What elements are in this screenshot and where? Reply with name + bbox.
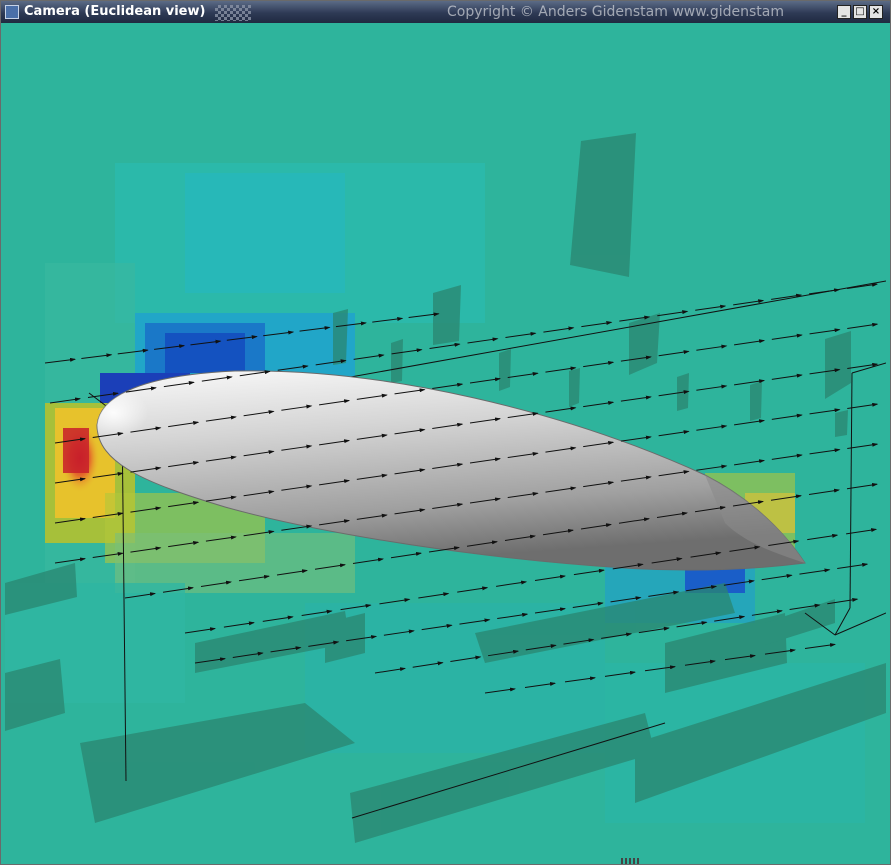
title-pattern [215, 5, 251, 21]
title-bar[interactable]: Camera (Euclidean view) Copyright © Ande… [1, 1, 890, 23]
minimize-icon[interactable]: _ [837, 5, 851, 19]
copyright-watermark: Copyright © Anders Gidenstam www.gidenst… [447, 4, 784, 20]
resize-grip[interactable] [621, 858, 641, 864]
window-title: Camera (Euclidean view) [24, 4, 206, 19]
maximize-icon[interactable]: □ [853, 5, 867, 19]
scene-svg [5, 23, 886, 860]
camera-window: Camera (Euclidean view) Copyright © Ande… [0, 0, 891, 865]
window-menu-icon[interactable] [5, 5, 19, 19]
3d-viewport[interactable] [5, 23, 886, 860]
close-icon[interactable]: × [869, 5, 883, 19]
